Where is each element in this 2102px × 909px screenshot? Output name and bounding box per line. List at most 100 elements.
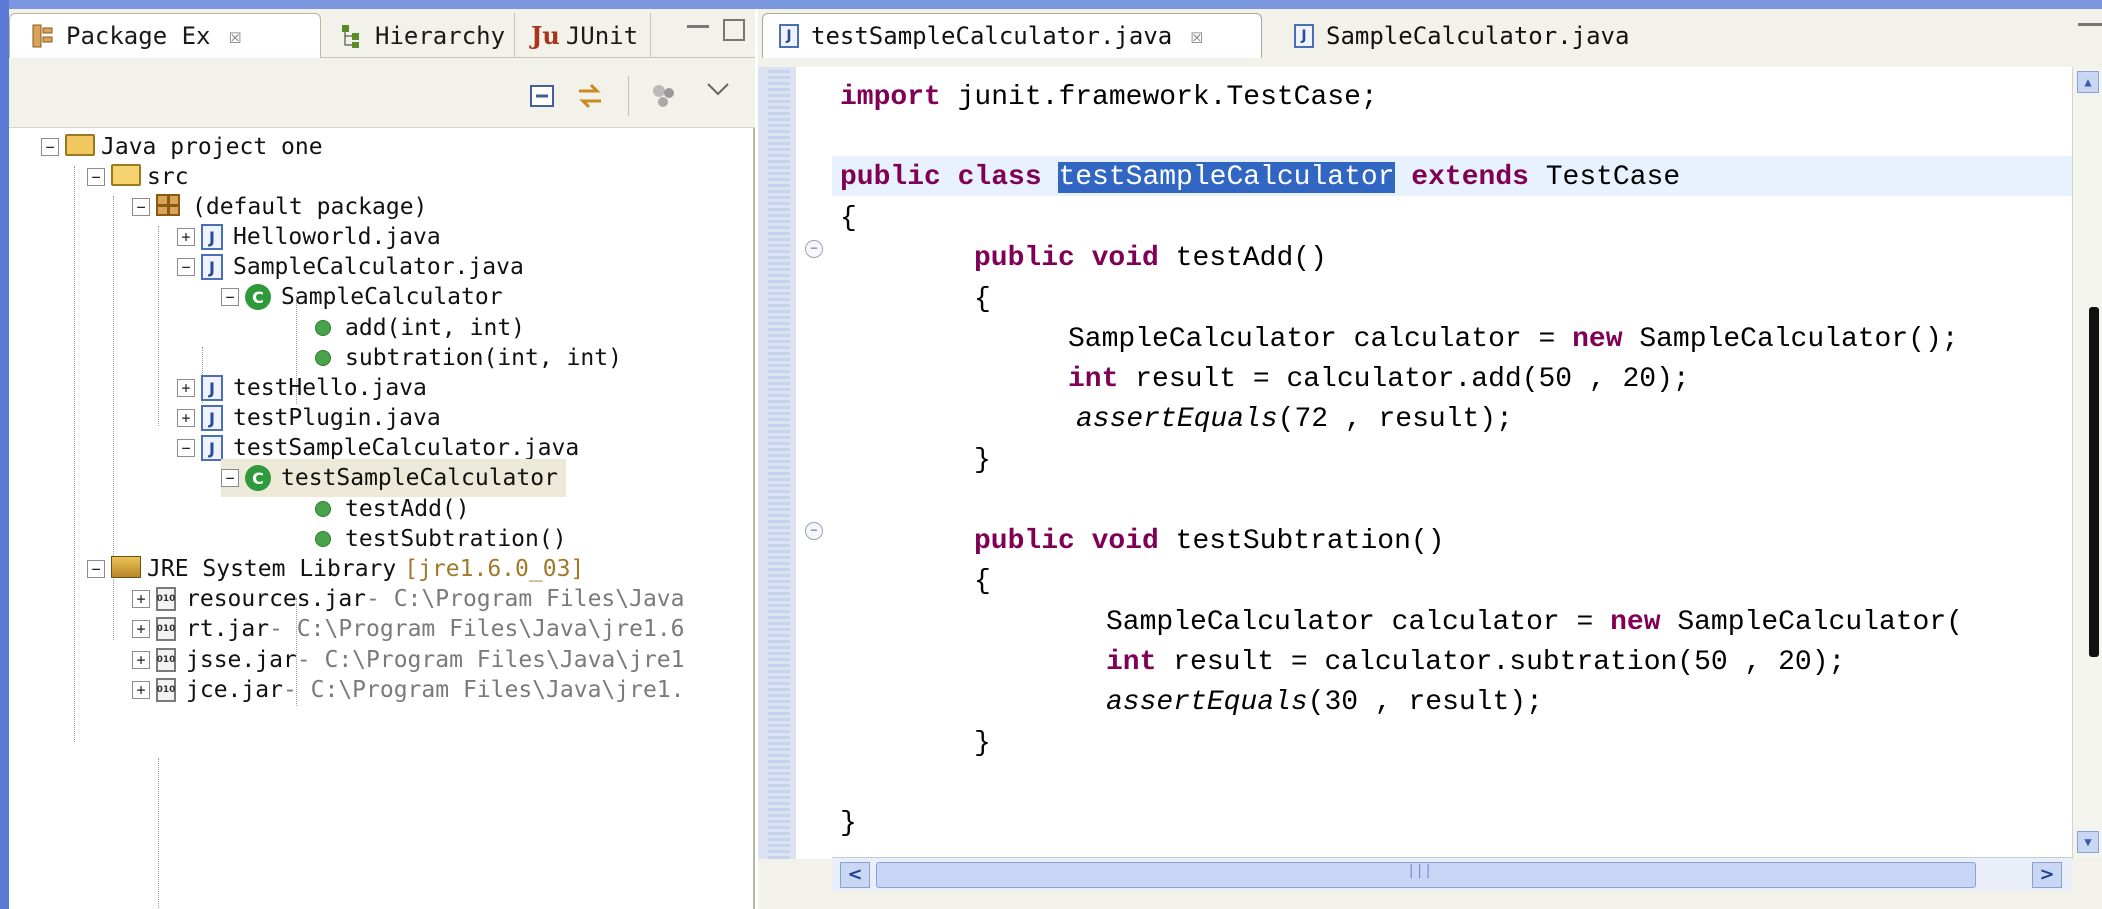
class-icon: C xyxy=(245,465,271,491)
code-line: public void testAdd() xyxy=(974,243,1327,274)
java-file-icon: J xyxy=(779,24,799,48)
scroll-right-icon[interactable]: > xyxy=(2032,862,2062,888)
tree-label: Java project one xyxy=(101,134,323,160)
public-method-icon xyxy=(315,531,331,547)
tree-guide xyxy=(74,166,75,742)
filters-icon[interactable] xyxy=(649,81,679,111)
editor-tab-samplecalculator[interactable]: J SampleCalculator.java xyxy=(1278,13,1764,58)
tab-label: testSampleCalculator.java xyxy=(811,22,1173,50)
jar-icon: 010 xyxy=(156,587,176,611)
package-icon xyxy=(156,194,182,220)
collapse-icon[interactable]: − xyxy=(87,560,105,578)
jar-icon: 010 xyxy=(156,678,176,702)
fold-collapse-icon[interactable]: − xyxy=(805,522,823,540)
collapse-icon[interactable]: − xyxy=(87,168,105,186)
tree-label: subtration(int, int) xyxy=(345,345,622,371)
maximize-icon[interactable] xyxy=(723,19,745,41)
scroll-thumb[interactable] xyxy=(2089,307,2099,657)
link-with-editor-icon[interactable] xyxy=(575,81,605,111)
minimize-icon[interactable] xyxy=(2078,23,2102,33)
public-method-icon xyxy=(315,320,331,336)
minimize-icon[interactable] xyxy=(687,25,709,35)
expand-icon[interactable]: + xyxy=(177,409,195,427)
code-line: assertEquals(30 , result); xyxy=(1106,687,1543,718)
java-file-icon: J xyxy=(1294,23,1314,48)
close-icon[interactable]: ☒ xyxy=(229,24,242,49)
source-folder-icon xyxy=(111,164,141,190)
expand-icon[interactable]: + xyxy=(177,228,195,246)
code-line: SampleCalculator calculator = new Sample… xyxy=(1068,324,1959,355)
tree-label: jsse.jar xyxy=(186,647,297,673)
code-area[interactable]: import junit.framework.TestCase; public … xyxy=(832,67,2072,859)
close-icon[interactable]: ☒ xyxy=(1190,24,1203,49)
selected-text: testSampleCalculator xyxy=(1058,162,1395,193)
tree-label: JRE System Library xyxy=(147,556,397,582)
tree-item-jar[interactable]: + 010 jce.jar - C:\Program Files\Java\jr… xyxy=(132,671,685,709)
code-line: assertEquals(72 , result); xyxy=(1076,404,1513,435)
collapse-icon[interactable]: − xyxy=(221,469,239,487)
scroll-thumb[interactable] xyxy=(876,862,1976,888)
vertical-scrollbar[interactable]: ▲ ▼ xyxy=(2072,67,2102,859)
view-toolbar xyxy=(9,58,755,128)
collapse-icon[interactable]: − xyxy=(132,198,150,216)
scroll-left-icon[interactable]: < xyxy=(840,862,870,888)
tree-label: testPlugin.java xyxy=(233,405,441,431)
java-file-icon: J xyxy=(201,405,223,431)
tree-label: rt.jar xyxy=(186,616,270,642)
expand-icon[interactable]: + xyxy=(132,590,150,608)
editor-tab-testsamplecalculator[interactable]: J testSampleCalculator.java ☒ xyxy=(762,13,1262,58)
tree-label: (default package) xyxy=(192,194,428,220)
expand-icon[interactable]: + xyxy=(132,651,150,669)
code-line: { xyxy=(974,566,991,597)
package-explorer-view: Package Ex ☒ Hierarchy Ju JUnit − Java p… xyxy=(9,9,755,909)
java-file-icon: J xyxy=(201,375,223,401)
tree-label: testSampleCalculator.java xyxy=(233,435,580,461)
expand-icon[interactable]: + xyxy=(132,620,150,638)
tab-label: SampleCalculator.java xyxy=(1326,21,1630,50)
code-line: } xyxy=(974,728,991,759)
class-icon: C xyxy=(245,284,271,310)
collapse-icon[interactable]: − xyxy=(221,288,239,306)
tree-label: testAdd() xyxy=(345,496,470,522)
java-file-icon: J xyxy=(201,254,223,280)
tree-label: add(int, int) xyxy=(345,315,526,341)
public-method-icon xyxy=(315,501,331,517)
view-menu-icon[interactable] xyxy=(703,76,733,106)
tab-label: JUnit xyxy=(565,21,639,50)
code-line: } xyxy=(974,445,991,476)
editor-overview-ruler-left xyxy=(758,67,796,859)
tab-junit[interactable]: Ju JUnit xyxy=(519,13,651,58)
tree-label: src xyxy=(147,164,189,190)
folding-column xyxy=(796,67,832,859)
tree-label: jce.jar xyxy=(186,677,283,703)
expand-icon[interactable]: + xyxy=(177,379,195,397)
tree-label: SampleCalculator xyxy=(281,284,503,310)
jar-icon: 010 xyxy=(156,648,176,672)
tree-guide xyxy=(158,758,159,908)
code-line: int result = calculator.add(50 , 20); xyxy=(1068,364,1690,395)
tab-package-explorer[interactable]: Package Ex ☒ xyxy=(9,13,321,58)
collapse-icon[interactable]: − xyxy=(41,138,59,156)
hierarchy-icon xyxy=(339,23,365,49)
code-line: { xyxy=(974,284,991,315)
code-line: } xyxy=(840,808,857,839)
jar-path: - C:\Program Files\Java\jre1 xyxy=(296,647,685,673)
expand-icon[interactable]: + xyxy=(132,681,150,699)
package-explorer-icon xyxy=(30,23,56,49)
tree-label: testSubtration() xyxy=(345,526,567,552)
tree-label: SampleCalculator.java xyxy=(233,254,524,280)
collapse-all-icon[interactable] xyxy=(528,81,558,111)
scroll-up-icon[interactable]: ▲ xyxy=(2077,71,2099,93)
code-line: public void testSubtration() xyxy=(974,526,1445,557)
horizontal-scrollbar[interactable]: < > xyxy=(832,857,2072,891)
library-icon xyxy=(111,556,141,582)
tree-guide xyxy=(158,226,159,426)
collapse-icon[interactable]: − xyxy=(177,439,195,457)
collapse-icon[interactable]: − xyxy=(177,258,195,276)
scroll-down-icon[interactable]: ▼ xyxy=(2077,831,2099,853)
tree-label: testSampleCalculator xyxy=(281,465,558,491)
fold-collapse-icon[interactable]: − xyxy=(805,240,823,258)
jar-path: - C:\Program Files\Java\jre1.6 xyxy=(269,616,685,642)
view-window-controls xyxy=(687,19,745,41)
tab-hierarchy[interactable]: Hierarchy xyxy=(325,13,515,58)
